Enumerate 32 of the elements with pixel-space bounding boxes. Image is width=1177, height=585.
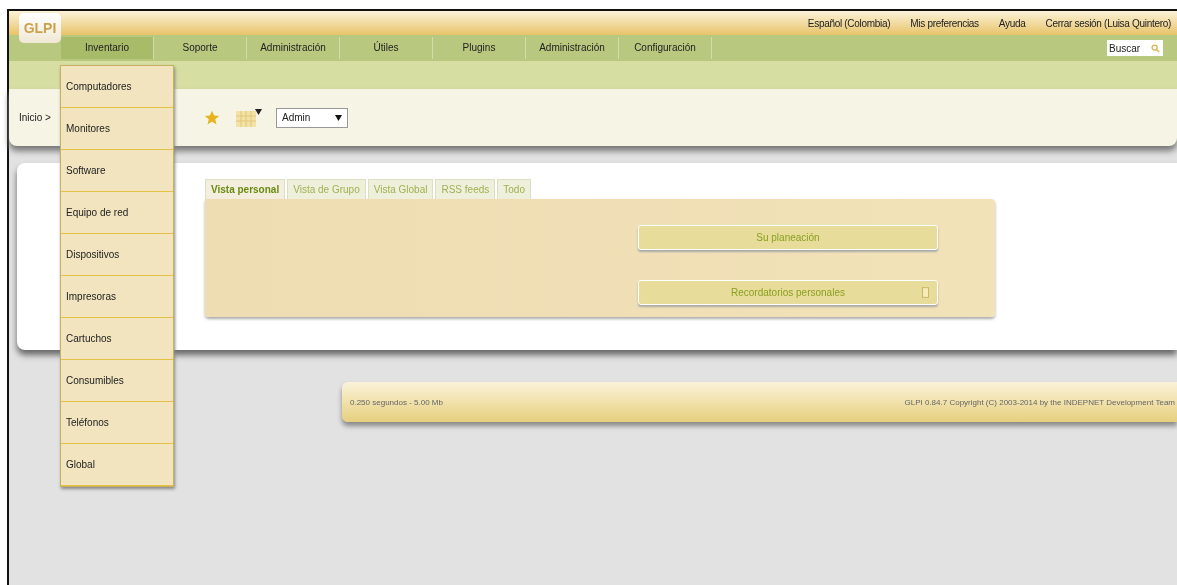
- nav-tab[interactable]: Administración: [247, 37, 340, 59]
- header-link[interactable]: Español (Colombia): [807, 17, 891, 29]
- menu-item[interactable]: Impresoras: [61, 276, 173, 318]
- copyright-text: GLPI 0.84.7 Copyright (C) 2003-2014 by the INDEPNET Development Team: [904, 397, 1175, 407]
- menu-item[interactable]: Equipo de red: [61, 192, 173, 234]
- logo-text: GLPI: [23, 20, 57, 36]
- nav-tab[interactable]: Soporte: [154, 37, 247, 59]
- caret-icon: [335, 114, 342, 121]
- header-link[interactable]: Cerrar sesión (Luisa Quintero): [1045, 17, 1171, 29]
- menu-item[interactable]: Monitores: [61, 108, 173, 150]
- menu-item[interactable]: Consumibles: [61, 360, 173, 402]
- note-icon[interactable]: [922, 287, 929, 298]
- footer-stats: 0.250 segundos - 5.00 Mb: [350, 397, 443, 407]
- calendar-icon[interactable]: [236, 108, 262, 127]
- menu-item[interactable]: Teléfonos: [61, 402, 173, 444]
- nav-tab[interactable]: Configuración: [619, 37, 712, 59]
- menu-item[interactable]: Dispositivos: [61, 234, 173, 276]
- profile-select[interactable]: Admin: [276, 107, 348, 128]
- star-icon[interactable]: [204, 109, 220, 126]
- header-link[interactable]: Ayuda: [998, 17, 1026, 29]
- search-icon[interactable]: [1151, 44, 1160, 53]
- tab[interactable]: Vista personal: [205, 179, 286, 199]
- menu-item[interactable]: Global: [61, 444, 173, 486]
- nav-tab[interactable]: Administración: [526, 37, 619, 59]
- nav-tab[interactable]: Plugins: [433, 37, 526, 59]
- header-link[interactable]: Mis preferencias: [910, 17, 979, 29]
- search-field[interactable]: Buscar: [1107, 40, 1163, 56]
- nav-tab[interactable]: Útiles: [340, 37, 433, 59]
- menu-item[interactable]: Computadores: [61, 66, 173, 108]
- menu-item[interactable]: Cartuchos: [61, 318, 173, 360]
- nav-tab[interactable]: Inventario: [61, 37, 154, 59]
- menu-item[interactable]: Software: [61, 150, 173, 192]
